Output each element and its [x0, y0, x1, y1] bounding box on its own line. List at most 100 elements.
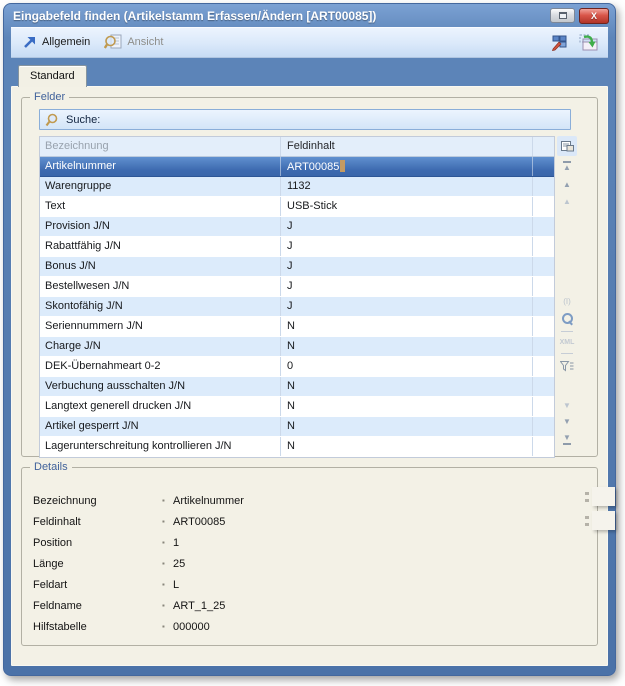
table-row[interactable]: Seriennummern J/N N: [40, 317, 554, 337]
dialog-window: Eingabefeld finden (Artikelstamm Erfasse…: [3, 3, 616, 676]
bullet-icon: ▪: [162, 560, 173, 568]
cell-bezeichnung: Artikelnummer: [40, 157, 280, 176]
detail-label: Feldart: [33, 579, 162, 591]
bullet-icon: ▪: [162, 497, 173, 505]
tab-standard[interactable]: Standard: [18, 65, 87, 87]
detail-value: ART00085: [173, 516, 225, 528]
goto-window-icon[interactable]: [579, 34, 598, 51]
cell-bezeichnung: DEK-Übernahmeart 0-2: [40, 357, 280, 376]
cell-feldinhalt: J: [280, 237, 532, 256]
table-tools-group: (I) XML: [557, 298, 577, 372]
cell-bezeichnung: Skontofähig J/N: [40, 297, 280, 316]
detail-value: L: [173, 579, 179, 591]
row-search-icon[interactable]: [562, 313, 573, 324]
cell-extra: [532, 397, 554, 416]
search-bar[interactable]: Suche:: [39, 109, 571, 130]
felder-groupbox: Felder Suche: Bezeichnung Feldinhalt: [21, 97, 598, 457]
search-icon: [45, 113, 59, 127]
bullet-icon: ▪: [162, 581, 173, 589]
column-chooser-button[interactable]: [557, 136, 577, 156]
table-row[interactable]: Bestellwesen J/N J: [40, 277, 554, 297]
brackets-icon[interactable]: (I): [563, 298, 571, 306]
toolbar-ansicht-label: Ansicht: [127, 36, 163, 48]
detail-field: Feldart ▪ L: [33, 574, 597, 595]
bullet-icon: ▪: [162, 518, 173, 526]
window-body: Allgemein Ansicht: [4, 27, 615, 675]
cell-bezeichnung: Seriennummern J/N: [40, 317, 280, 336]
cell-feldinhalt: USB-Stick: [280, 197, 532, 216]
table-row[interactable]: Bonus J/N J: [40, 257, 554, 277]
cell-feldinhalt: J: [280, 257, 532, 276]
toolbar: Allgemein Ansicht: [11, 27, 608, 58]
move-up-icon[interactable]: ▲: [563, 181, 571, 189]
edge-panel-handle[interactable]: [592, 511, 615, 530]
cell-bezeichnung: Artikel gesperrt J/N: [40, 417, 280, 436]
bullet-icon: ▪: [162, 623, 173, 631]
detail-field: Position ▪ 1: [33, 532, 597, 553]
table-row[interactable]: Artikel gesperrt J/N N: [40, 417, 554, 437]
edge-panel-handle[interactable]: [592, 487, 615, 506]
table-area: Bezeichnung Feldinhalt Artikelnummer ART…: [39, 136, 597, 458]
detail-field: Länge ▪ 25: [33, 553, 597, 574]
details-groupbox: Details Bezeichnung ▪ Artikelnummer Feld…: [21, 467, 598, 646]
cell-feldinhalt: 1132: [280, 177, 532, 196]
close-icon: X: [591, 11, 597, 21]
detail-field: Feldinhalt ▪ ART00085: [33, 511, 597, 532]
table-row[interactable]: Charge J/N N: [40, 337, 554, 357]
detail-value: ART_1_25: [173, 600, 225, 612]
jump-first-icon[interactable]: ▲: [563, 161, 571, 172]
fields-table: Bezeichnung Feldinhalt Artikelnummer ART…: [39, 136, 555, 458]
cell-extra: [532, 337, 554, 356]
filter-icon[interactable]: [560, 361, 574, 372]
table-row[interactable]: Artikelnummer ART00085: [40, 157, 554, 177]
detail-value: 25: [173, 558, 185, 570]
titlebar: Eingabefeld finden (Artikelstamm Erfasse…: [4, 4, 615, 27]
tab-bar: Standard: [11, 58, 608, 86]
cell-bezeichnung: Warengruppe: [40, 177, 280, 196]
xml-icon[interactable]: XML: [560, 339, 575, 346]
cell-extra: [532, 357, 554, 376]
scroll-down-icon[interactable]: ▼: [563, 402, 571, 410]
detail-label: Feldinhalt: [33, 516, 162, 528]
restore-button[interactable]: [550, 8, 575, 23]
cell-feldinhalt: N: [280, 437, 532, 456]
felder-group-label: Felder: [30, 90, 69, 104]
toolbar-button-ansicht[interactable]: Ansicht: [104, 34, 163, 50]
table-row[interactable]: Provision J/N J: [40, 217, 554, 237]
cell-extra: [532, 437, 554, 456]
view-magnifier-document-icon: [104, 34, 122, 50]
table-row[interactable]: Rabattfähig J/N J: [40, 237, 554, 257]
cell-bezeichnung: Verbuchung ausschalten J/N: [40, 377, 280, 396]
cell-extra: [532, 417, 554, 436]
detail-label: Feldname: [33, 600, 162, 612]
column-header-feldinhalt[interactable]: Feldinhalt: [280, 137, 532, 156]
scroll-down-group: ▼ ▼ ▼: [557, 402, 577, 445]
table-row[interactable]: Skontofähig J/N J: [40, 297, 554, 317]
toolbar-allgemein-label: Allgemein: [42, 36, 90, 48]
column-header-bezeichnung[interactable]: Bezeichnung: [40, 137, 280, 156]
bullet-icon: ▪: [162, 539, 173, 547]
table-edit-icon[interactable]: [551, 34, 569, 51]
table-row[interactable]: Text USB-Stick: [40, 197, 554, 217]
table-row[interactable]: Lagerunterschreitung kontrollieren J/N N: [40, 437, 554, 457]
divider: [561, 353, 573, 354]
table-row[interactable]: Verbuchung ausschalten J/N N: [40, 377, 554, 397]
table-row[interactable]: DEK-Übernahmeart 0-2 0: [40, 357, 554, 377]
window-controls: X: [550, 8, 609, 24]
cell-extra: [532, 277, 554, 296]
details-group-label: Details: [30, 460, 72, 474]
scroll-up-icon[interactable]: ▲: [563, 198, 571, 206]
table-row[interactable]: Warengruppe 1132: [40, 177, 554, 197]
toolbar-button-allgemein[interactable]: Allgemein: [23, 36, 90, 48]
detail-field: Feldname ▪ ART_1_25: [33, 595, 597, 616]
table-row[interactable]: Langtext generell drucken J/N N: [40, 397, 554, 417]
cell-feldinhalt: ART00085: [280, 157, 532, 176]
restore-icon: [559, 12, 567, 19]
move-down-icon[interactable]: ▼: [563, 418, 571, 426]
toolbar-right-icons: [551, 27, 598, 58]
close-button[interactable]: X: [579, 8, 609, 24]
cell-feldinhalt: N: [280, 377, 532, 396]
details-fields: Bezeichnung ▪ Artikelnummer Feldinhalt ▪…: [22, 468, 597, 637]
cell-extra: [532, 257, 554, 276]
jump-last-icon[interactable]: ▼: [563, 434, 571, 445]
